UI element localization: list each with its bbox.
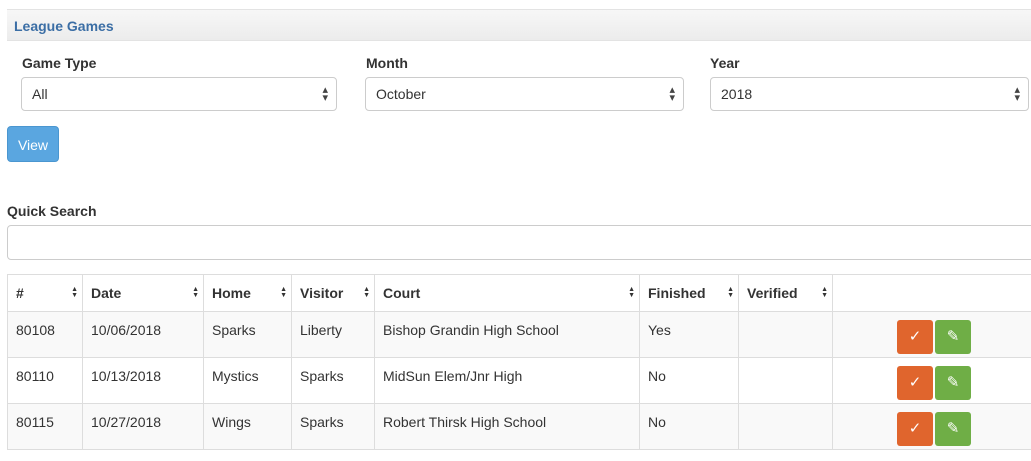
sort-icon: ▲ ▼ xyxy=(821,286,828,299)
cell-court: Robert Thirsk High School xyxy=(374,403,640,450)
game-type-value: All xyxy=(32,86,48,102)
table-row: 80110 10/13/2018 Mystics Sparks MidSun E… xyxy=(7,357,1031,404)
cell-id: 80115 xyxy=(7,403,83,450)
cell-visitor: Sparks xyxy=(291,357,375,404)
month-label: Month xyxy=(366,55,408,71)
col-header-date[interactable]: Date ▲ ▼ xyxy=(82,274,204,312)
cell-id: 80108 xyxy=(7,311,83,358)
quick-search-input[interactable] xyxy=(7,225,1031,260)
cell-actions: ✓ ✎ xyxy=(832,357,1031,404)
cell-actions: ✓ ✎ xyxy=(832,311,1031,358)
panel-heading: League Games xyxy=(7,9,1031,41)
edit-button[interactable]: ✎ xyxy=(935,320,971,354)
verify-button[interactable]: ✓ xyxy=(897,366,933,400)
cell-actions: ✓ ✎ xyxy=(832,403,1031,450)
cell-date: 10/13/2018 xyxy=(82,357,204,404)
year-value: 2018 xyxy=(721,86,753,102)
edit-button[interactable]: ✎ xyxy=(935,412,971,446)
pencil-icon: ✎ xyxy=(946,420,960,437)
cell-verified xyxy=(738,357,833,404)
cell-home: Wings xyxy=(203,403,292,450)
cell-visitor: Sparks xyxy=(291,403,375,450)
select-arrows-icon: ▴ ▾ xyxy=(322,84,328,104)
cell-home: Sparks xyxy=(203,311,292,358)
year-select[interactable]: 2018 ▴ ▾ xyxy=(710,77,1029,111)
select-arrows-icon: ▴ ▾ xyxy=(1014,84,1020,104)
cell-court: MidSun Elem/Jnr High xyxy=(374,357,640,404)
col-header-id[interactable]: # ▲ ▼ xyxy=(7,274,83,312)
table-row: 80108 10/06/2018 Sparks Liberty Bishop G… xyxy=(7,311,1031,358)
check-circle-icon: ✓ xyxy=(908,328,922,345)
cell-id: 80110 xyxy=(7,357,83,404)
col-header-court[interactable]: Court ▲ ▼ xyxy=(374,274,640,312)
cell-finished: No xyxy=(639,357,739,404)
table-row: 80115 10/27/2018 Wings Sparks Robert Thi… xyxy=(7,403,1031,450)
col-header-verified[interactable]: Verified ▲ ▼ xyxy=(738,274,833,312)
view-button[interactable]: View xyxy=(7,126,59,162)
cell-date: 10/06/2018 xyxy=(82,311,204,358)
col-header-finished[interactable]: Finished ▲ ▼ xyxy=(639,274,739,312)
cell-home: Mystics xyxy=(203,357,292,404)
col-header-home[interactable]: Home ▲ ▼ xyxy=(203,274,292,312)
table-header-row: # ▲ ▼ Date ▲ ▼ Home ▲ ▼ Visitor ▲ ▼ Court ▲ ▼ Fini… xyxy=(7,274,1031,312)
sort-icon: ▲ ▼ xyxy=(192,286,199,299)
sort-icon: ▲ ▼ xyxy=(727,286,734,299)
cell-court: Bishop Grandin High School xyxy=(374,311,640,358)
sort-icon: ▲ ▼ xyxy=(71,286,78,299)
games-table: # ▲ ▼ Date ▲ ▼ Home ▲ ▼ Visitor ▲ ▼ Court ▲ ▼ Fini… xyxy=(7,274,1031,450)
quick-search-label: Quick Search xyxy=(7,203,97,219)
col-header-visitor[interactable]: Visitor ▲ ▼ xyxy=(291,274,375,312)
check-circle-icon: ✓ xyxy=(908,420,922,437)
panel-title: League Games xyxy=(14,18,114,34)
cell-verified xyxy=(738,403,833,450)
cell-verified xyxy=(738,311,833,358)
sort-icon: ▲ ▼ xyxy=(280,286,287,299)
pencil-icon: ✎ xyxy=(946,374,960,391)
col-header-actions xyxy=(832,274,1031,312)
month-value: October xyxy=(376,86,426,102)
game-type-label: Game Type xyxy=(22,55,97,71)
cell-date: 10/27/2018 xyxy=(82,403,204,450)
month-select[interactable]: October ▴ ▾ xyxy=(365,77,684,111)
game-type-select[interactable]: All ▴ ▾ xyxy=(21,77,337,111)
cell-finished: No xyxy=(639,403,739,450)
cell-visitor: Liberty xyxy=(291,311,375,358)
verify-button[interactable]: ✓ xyxy=(897,412,933,446)
select-arrows-icon: ▴ ▾ xyxy=(669,84,675,104)
year-label: Year xyxy=(710,55,740,71)
check-circle-icon: ✓ xyxy=(908,374,922,391)
verify-button[interactable]: ✓ xyxy=(897,320,933,354)
pencil-icon: ✎ xyxy=(946,328,960,345)
edit-button[interactable]: ✎ xyxy=(935,366,971,400)
sort-icon: ▲ ▼ xyxy=(628,286,635,299)
cell-finished: Yes xyxy=(639,311,739,358)
sort-icon: ▲ ▼ xyxy=(363,286,370,299)
